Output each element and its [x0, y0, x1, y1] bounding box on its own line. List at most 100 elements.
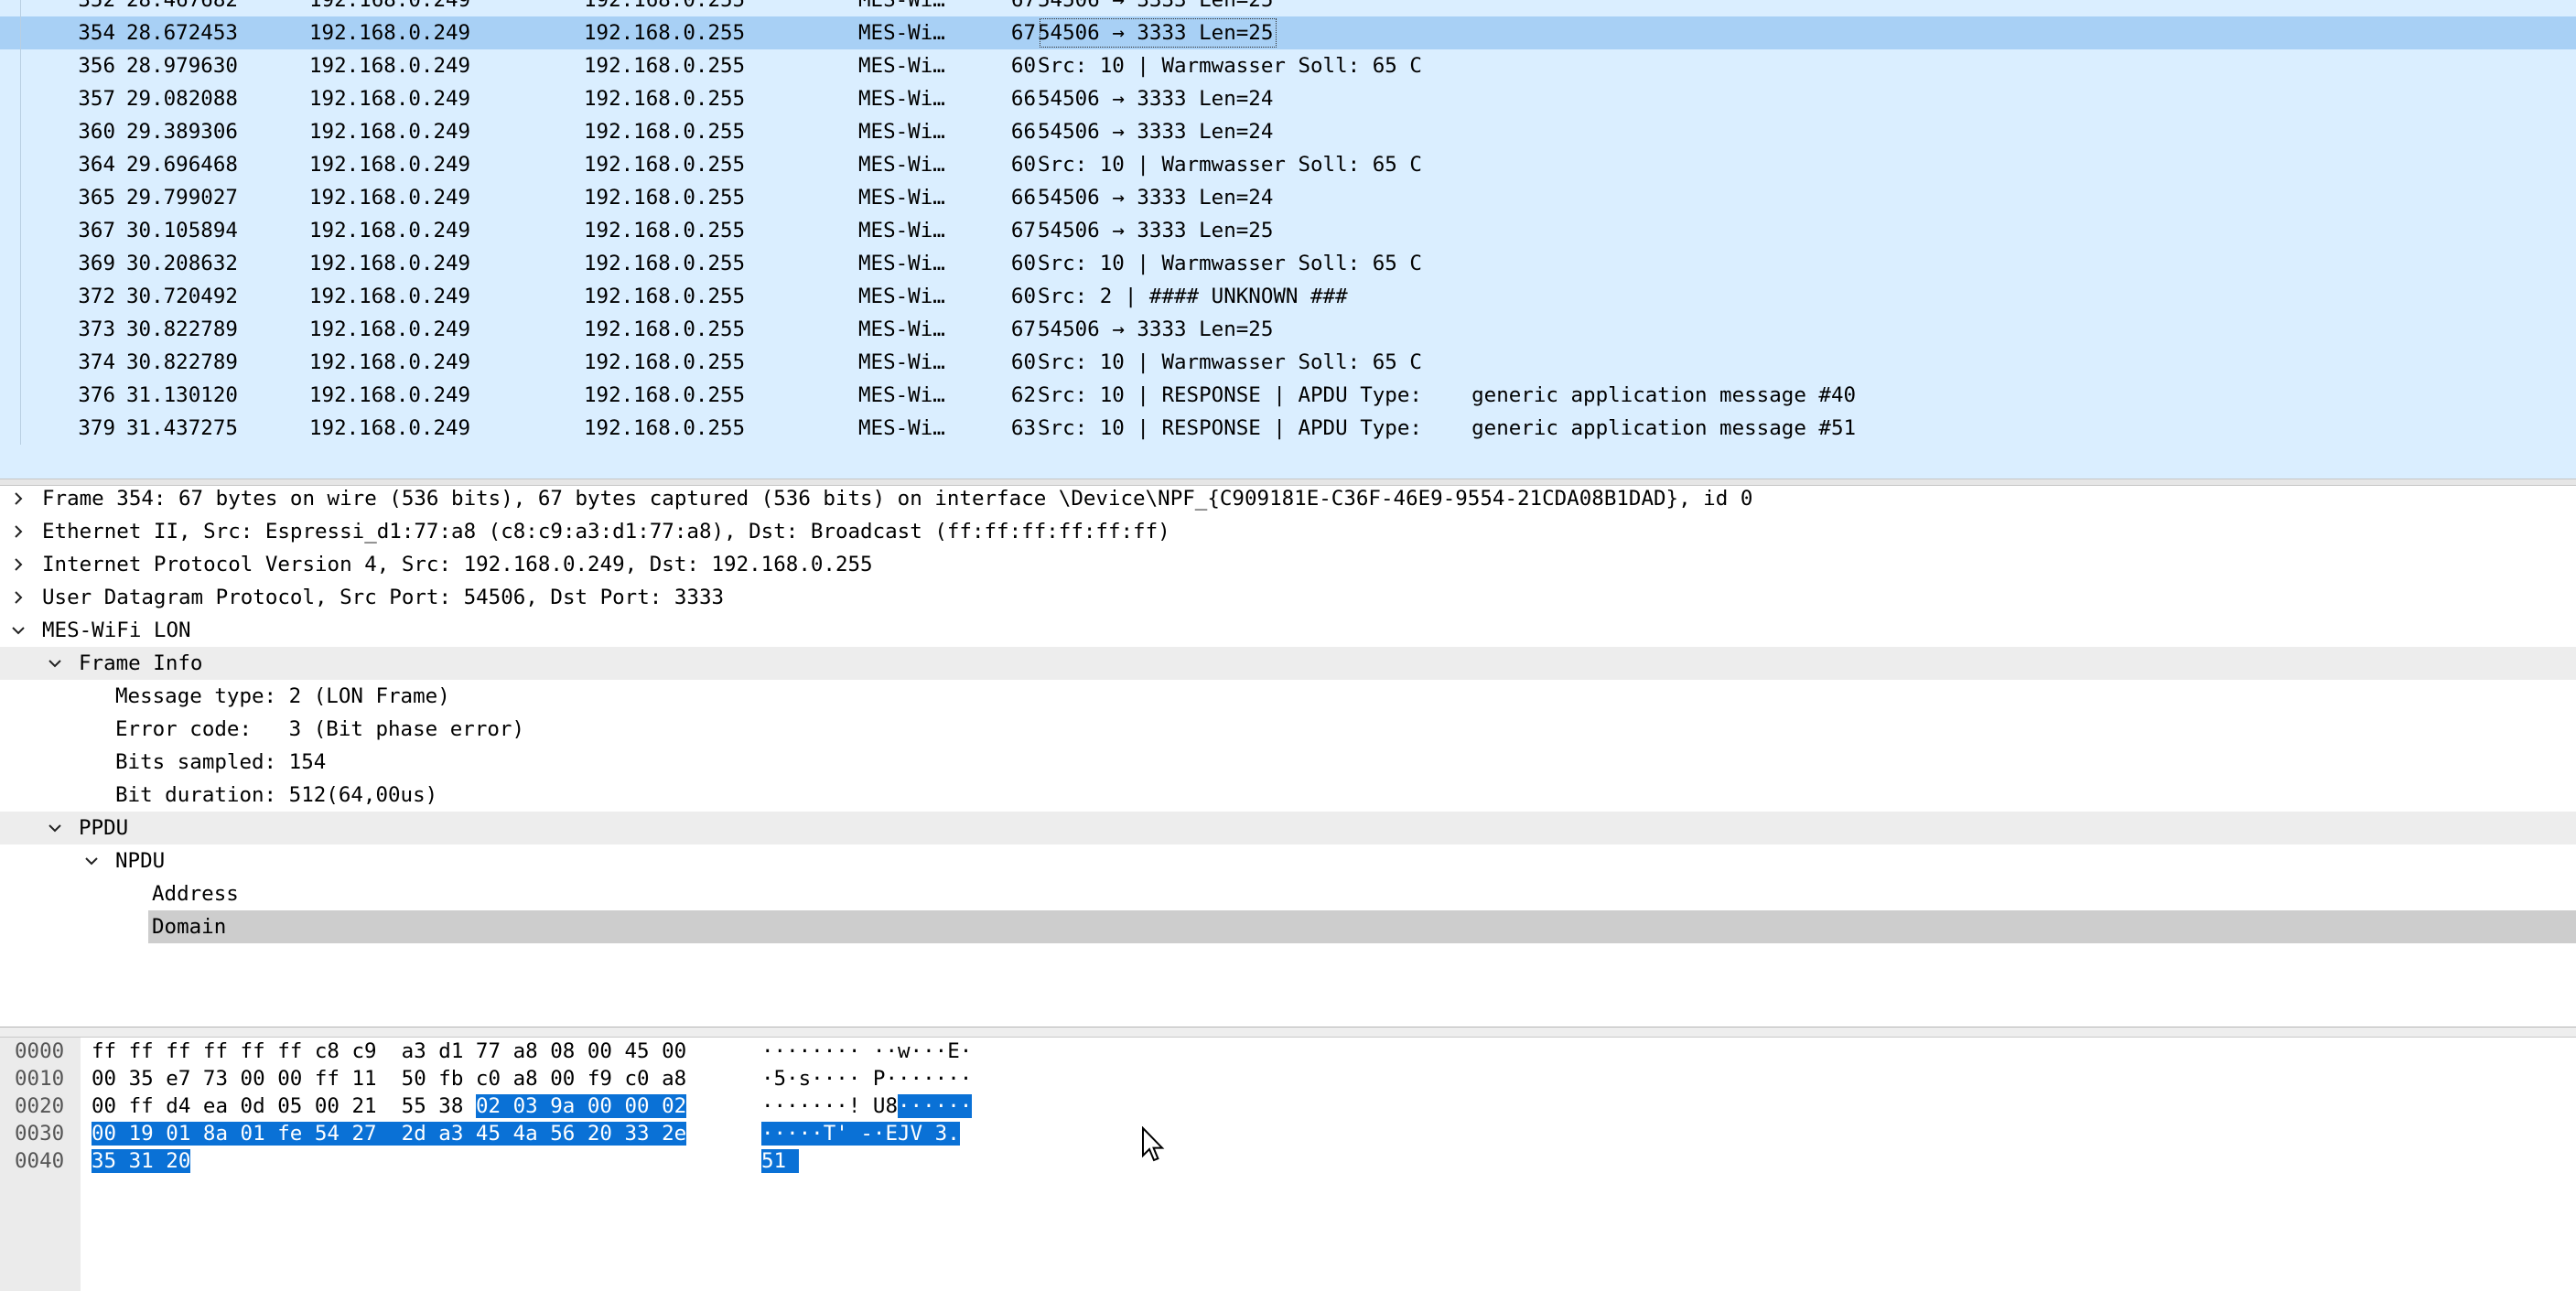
hex-dump-row[interactable]: 0040 35 31 20 51 — [0, 1147, 1098, 1175]
packet-destination: 192.168.0.255 — [584, 54, 746, 78]
packet-info: 54506 → 3333 Len=24 — [1038, 120, 1274, 144]
packet-length: 60 — [1010, 153, 1036, 177]
packet-list-pane[interactable]: 352 28.467682 192.168.0.249 192.168.0.255 ME… — [0, 0, 2576, 479]
packet-row[interactable]: 364 29.696468 192.168.0.249 192.168.0.255 ME… — [0, 148, 2576, 181]
ascii-bytes-highlighted[interactable]: 51 — [761, 1149, 799, 1173]
hex-dump-row[interactable]: 0010 00 35 e7 73 00 00 ff 11 50 fb c0 a8 … — [0, 1065, 1098, 1092]
packet-row[interactable]: 376 31.130120 192.168.0.249 192.168.0.255 ME… — [0, 379, 2576, 412]
hex-bytes-highlighted[interactable]: 02 03 9a 00 00 02 — [475, 1094, 687, 1118]
packet-info: 54506 → 3333 Len=25 — [1038, 219, 1274, 242]
ascii-bytes[interactable]: ·5·s···· P······· — [761, 1065, 972, 1092]
ascii-bytes-highlighted[interactable]: ·····T' -·EJV 3. — [761, 1122, 960, 1146]
packet-details-pane[interactable]: Frame 354: 67 bytes on wire (536 bits), … — [0, 486, 2576, 1027]
packet-row[interactable]: 356 28.979630 192.168.0.249 192.168.0.255 ME… — [0, 49, 2576, 82]
detail-tree-label: User Datagram Protocol, Src Port: 54506,… — [42, 586, 725, 609]
detail-tree-item[interactable]: NPDU — [0, 845, 2576, 877]
chevron-right-icon[interactable] — [5, 548, 31, 581]
row-gutter — [0, 148, 21, 181]
packet-row[interactable]: 357 29.082088 192.168.0.249 192.168.0.255 ME… — [0, 82, 2576, 115]
chevron-right-icon[interactable] — [5, 515, 31, 548]
detail-tree-item[interactable]: Frame Info — [0, 647, 2576, 680]
packet-info: Src: 10 | RESPONSE | APDU Type: generic … — [1038, 416, 1857, 440]
detail-tree-item[interactable]: MES-WiFi LON — [0, 614, 2576, 647]
detail-tree-item[interactable]: Internet Protocol Version 4, Src: 192.16… — [0, 548, 2576, 581]
packet-length: 66 — [1010, 120, 1036, 144]
packet-source: 192.168.0.249 — [309, 54, 471, 78]
ascii-bytes[interactable]: 51 — [761, 1147, 799, 1175]
detail-tree-item[interactable]: Domain — [0, 910, 2576, 943]
hex-dump-row[interactable]: 0020 00 ff d4 ea 0d 05 00 21 55 38 02 03 … — [0, 1092, 1098, 1120]
hex-bytes-segment[interactable]: ff ff ff ff ff ff c8 c9 a3 d1 77 a8 08 0… — [92, 1039, 686, 1063]
packet-protocol: MES-Wi… — [858, 120, 945, 144]
ascii-bytes[interactable]: ·······! U8······ — [761, 1092, 973, 1120]
detail-tree-item[interactable]: Bit duration: 512(64,00us) — [0, 779, 2576, 812]
packet-bytes-pane[interactable]: 0000 ff ff ff ff ff ff c8 c9 a3 d1 77 a8 … — [0, 1038, 2576, 1291]
detail-tree-item[interactable]: Frame 354: 67 bytes on wire (536 bits), … — [0, 486, 2576, 515]
packet-source: 192.168.0.249 — [309, 252, 471, 275]
ascii-bytes[interactable]: ········ ··w···E· — [761, 1038, 972, 1065]
detail-tree-item[interactable]: Bits sampled: 154 — [0, 746, 2576, 779]
hex-bytes-highlighted[interactable]: 00 19 01 8a 01 fe 54 27 2d a3 45 4a 56 2… — [92, 1122, 687, 1146]
packet-row[interactable]: 367 30.105894 192.168.0.249 192.168.0.255 ME… — [0, 214, 2576, 247]
detail-tree-item[interactable]: Error code: 3 (Bit phase error) — [0, 713, 2576, 746]
packet-row[interactable]: 352 28.467682 192.168.0.249 192.168.0.255 ME… — [0, 0, 2576, 16]
detail-tree-label: NPDU — [115, 849, 166, 873]
chevron-down-icon[interactable] — [42, 812, 68, 845]
hex-bytes[interactable]: 00 ff d4 ea 0d 05 00 21 55 38 02 03 9a 0… — [92, 1092, 687, 1120]
detail-tree-item[interactable]: PPDU — [0, 812, 2576, 845]
hex-bytes[interactable]: 00 35 e7 73 00 00 ff 11 50 fb c0 a8 00 f… — [92, 1065, 686, 1092]
packet-source: 192.168.0.249 — [309, 21, 471, 45]
ascii-bytes-highlighted[interactable]: ······ — [898, 1094, 973, 1118]
chevron-down-icon[interactable] — [42, 647, 68, 680]
detail-tree-label: Address — [152, 882, 239, 906]
packet-source: 192.168.0.249 — [309, 219, 471, 242]
ascii-bytes[interactable]: ·····T' -·EJV 3. — [761, 1120, 960, 1147]
hex-dump-row[interactable]: 0030 00 19 01 8a 01 fe 54 27 2d a3 45 4a … — [0, 1120, 1098, 1147]
ascii-bytes-segment[interactable]: ········ ··w···E· — [761, 1039, 972, 1063]
packet-row[interactable]: 365 29.799027 192.168.0.249 192.168.0.255 ME… — [0, 181, 2576, 214]
packet-protocol: MES-Wi… — [858, 87, 945, 111]
packet-row[interactable]: 374 30.822789 192.168.0.249 192.168.0.255 ME… — [0, 346, 2576, 379]
packet-source: 192.168.0.249 — [309, 120, 471, 144]
hex-bytes[interactable]: 00 19 01 8a 01 fe 54 27 2d a3 45 4a 56 2… — [92, 1120, 687, 1147]
packet-protocol: MES-Wi… — [858, 350, 945, 374]
detail-tree-item[interactable]: Message type: 2 (LON Frame) — [0, 680, 2576, 713]
pane-splitter[interactable] — [0, 479, 2576, 486]
detail-tree-item[interactable]: Address — [0, 877, 2576, 910]
packet-length: 67 — [1010, 21, 1036, 45]
detail-tree-label: Frame 354: 67 bytes on wire (536 bits), … — [42, 487, 1753, 511]
hex-dump-row[interactable]: 0000 ff ff ff ff ff ff c8 c9 a3 d1 77 a8 … — [0, 1038, 1098, 1065]
packet-destination: 192.168.0.255 — [584, 383, 746, 407]
packet-info: Src: 2 | #### UNKNOWN ### — [1038, 285, 1348, 308]
packet-number: 352 — [78, 0, 115, 12]
hex-bytes-highlighted[interactable]: 35 31 20 — [92, 1149, 191, 1173]
hex-bytes-segment[interactable]: 00 ff d4 ea 0d 05 00 21 55 38 — [92, 1094, 476, 1118]
packet-length: 60 — [1010, 350, 1036, 374]
hex-bytes[interactable]: 35 31 20 — [92, 1147, 191, 1175]
hex-bytes-segment[interactable]: 00 35 e7 73 00 00 ff 11 50 fb c0 a8 00 f… — [92, 1067, 686, 1091]
ascii-bytes-segment[interactable]: ·5·s···· P······· — [761, 1067, 972, 1091]
packet-row[interactable]: 379 31.437275 192.168.0.249 192.168.0.255 ME… — [0, 412, 2576, 445]
packet-row[interactable]: 369 30.208632 192.168.0.249 192.168.0.255 ME… — [0, 247, 2576, 280]
chevron-down-icon[interactable] — [79, 845, 104, 877]
packet-number: 354 — [78, 21, 115, 45]
packet-number: 373 — [78, 317, 115, 341]
detail-tree-item[interactable]: Ethernet II, Src: Espressi_d1:77:a8 (c8:… — [0, 515, 2576, 548]
detail-tree-label: MES-WiFi LON — [42, 619, 191, 642]
hex-bytes[interactable]: ff ff ff ff ff ff c8 c9 a3 d1 77 a8 08 0… — [92, 1038, 686, 1065]
chevron-right-icon[interactable] — [5, 581, 31, 614]
detail-tree-label: PPDU — [79, 816, 129, 840]
row-gutter — [0, 0, 21, 16]
ascii-bytes-segment[interactable]: ·······! U8 — [761, 1094, 898, 1118]
packet-row[interactable]: 373 30.822789 192.168.0.249 192.168.0.255 ME… — [0, 313, 2576, 346]
packet-length: 60 — [1010, 54, 1036, 78]
packet-row[interactable]: 360 29.389306 192.168.0.249 192.168.0.255 ME… — [0, 115, 2576, 148]
pane-splitter[interactable] — [0, 1027, 2576, 1038]
packet-row[interactable]: 354 28.672453 192.168.0.249 192.168.0.255 ME… — [0, 16, 2576, 49]
chevron-right-icon[interactable] — [5, 486, 31, 515]
packet-row[interactable]: 372 30.720492 192.168.0.249 192.168.0.255 ME… — [0, 280, 2576, 313]
row-gutter — [0, 16, 21, 49]
chevron-down-icon[interactable] — [5, 614, 31, 647]
detail-tree-item[interactable]: User Datagram Protocol, Src Port: 54506,… — [0, 581, 2576, 614]
packet-number: 367 — [78, 219, 115, 242]
